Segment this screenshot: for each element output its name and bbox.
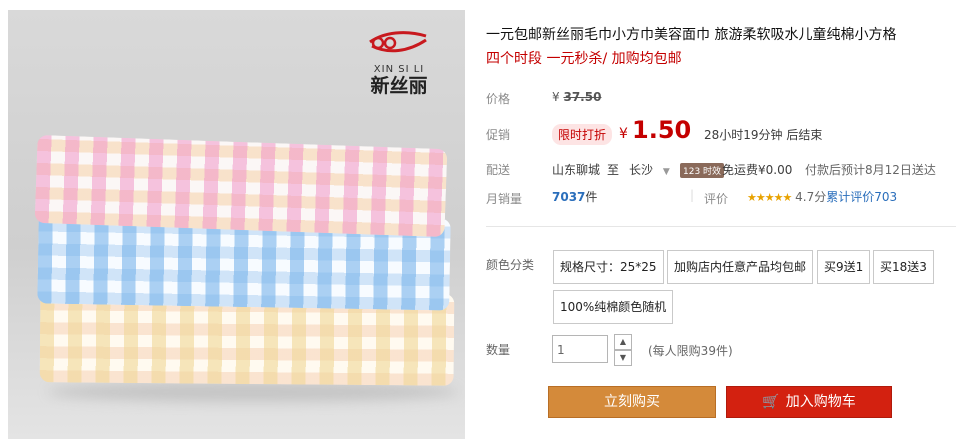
brand-name-cn: 新丝丽 (370, 75, 428, 97)
option-size[interactable]: 规格尺寸：25*25 (553, 250, 664, 284)
currency-symbol: ¥ (552, 90, 560, 104)
sale-price: 1.50 (632, 116, 692, 144)
add-to-cart-label: 加入购物车 (785, 394, 856, 410)
section-divider (486, 226, 956, 227)
destination-value: 长沙 (629, 163, 654, 177)
rating-block[interactable]: ★★★★★ 4.7分累计评价703 (747, 188, 897, 205)
purchase-limit: (每人限购39件) (648, 344, 733, 358)
shipping-fee: 免运费¥0.00 (722, 163, 793, 177)
product-title: 一元包邮新丝丽毛巾小方巾美容面巾 旅游柔软吸水儿童纯棉小方格 (486, 27, 897, 43)
delivery-to-label: 至 (607, 163, 620, 177)
buy-now-button[interactable]: 立刻购买 (548, 386, 716, 418)
stats-divider: | (690, 188, 695, 202)
quantity-decrease-button[interactable]: ▼ (614, 350, 632, 366)
quantity-label: 数量 (486, 343, 511, 357)
destination-selector[interactable]: 长沙 ▼ (629, 161, 670, 178)
chevron-up-icon: ▲ (619, 337, 627, 346)
option-cotton-random[interactable]: 100%纯棉颜色随机 (553, 290, 674, 324)
reviews-count[interactable]: 703 (874, 190, 897, 204)
price-label: 价格 (486, 92, 511, 106)
pink-towel (34, 134, 448, 238)
delivery-label: 配送 (486, 163, 511, 177)
monthly-sales: 7037件 (552, 188, 597, 205)
delivery-origin: 山东聊城 (552, 163, 601, 177)
sale-currency-symbol: ¥ (619, 126, 628, 142)
monthly-sales-label: 月销量 (486, 192, 523, 206)
reviews-label[interactable]: 累计评价 (826, 190, 874, 204)
chevron-down-icon: ▼ (662, 167, 670, 177)
scissors-logo-icon (369, 31, 427, 53)
option-free-shipping[interactable]: 加购店内任意产品均包邮 (667, 250, 814, 284)
product-promo-text: 四个时段 一元秒杀/ 加购均包邮 (486, 51, 682, 67)
cart-icon: 🛒 (762, 394, 780, 410)
delivery-time-badge: 123 时效 (680, 163, 725, 178)
chevron-down-icon: ▼ (619, 353, 627, 362)
color-category-label: 颜色分类 (486, 258, 535, 272)
rating-score: 4.7分 (795, 190, 827, 204)
promo-label: 促销 (486, 128, 511, 142)
add-to-cart-button[interactable]: 🛒 加入购物车 (726, 386, 892, 418)
sales-count: 7037 (552, 190, 586, 204)
rating-label: 评价 (704, 192, 729, 206)
promo-countdown: 28小时19分钟 后结束 (704, 128, 823, 142)
original-price-value: 37.50 (563, 90, 602, 104)
quantity-input[interactable]: 1 (552, 335, 608, 363)
option-buy18get3[interactable]: 买18送3 (873, 250, 934, 284)
delivery-eta: 付款后预计8月12日送达 (805, 163, 936, 177)
brand-name-en: XIN SI LI (373, 64, 425, 75)
star-rating-icon: ★★★★★ (747, 191, 792, 204)
quantity-increase-button[interactable]: ▲ (614, 334, 632, 350)
sales-unit: 件 (585, 190, 598, 204)
original-price: ¥ 37.50 (552, 90, 601, 104)
option-buy9get1[interactable]: 买9送1 (817, 250, 871, 284)
brand-logo: XIN SI LI 新丝丽 (354, 26, 444, 97)
promo-tag: 限时打折 (552, 124, 613, 145)
